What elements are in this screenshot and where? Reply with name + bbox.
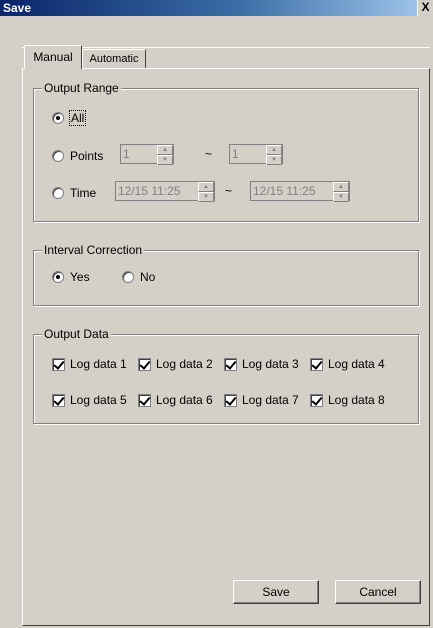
output-data-group: Output Data Log data 1 Log data 2 Log da…	[33, 327, 419, 424]
spin-down-icon[interactable]: ▼	[157, 155, 173, 165]
checkbox-log-data-5-label: Log data 5	[70, 393, 127, 407]
radio-no-dot[interactable]	[122, 271, 134, 283]
points-from-value: 1	[121, 145, 157, 163]
interval-correction-group: Interval Correction Yes No	[33, 243, 419, 306]
radio-points[interactable]: Points	[52, 149, 103, 163]
checkbox-log-data-4[interactable]: Log data 4	[310, 357, 385, 371]
time-from-stepper[interactable]: 12/15 11:25 ▲ ▼	[115, 181, 215, 202]
checkbox-log-data-3-box[interactable]	[224, 357, 237, 371]
points-range-separator: ~	[205, 147, 213, 161]
checkbox-log-data-1-label: Log data 1	[70, 357, 127, 371]
time-to-stepper[interactable]: 12/15 11:25 ▲ ▼	[250, 181, 350, 202]
checkbox-log-data-1-box[interactable]	[52, 357, 65, 371]
time-to-value: 12/15 11:25	[251, 182, 333, 200]
checkbox-log-data-3-label: Log data 3	[242, 357, 299, 371]
radio-time-dot[interactable]	[52, 187, 64, 199]
checkbox-log-data-1[interactable]: Log data 1	[52, 357, 127, 371]
tab-automatic[interactable]: Automatic	[82, 49, 146, 69]
output-range-group: Output Range All Points 1 ▲ ▼ ~ 1 ▲ ▼ Time…	[33, 81, 419, 222]
radio-points-dot[interactable]	[52, 150, 64, 162]
spin-up-icon[interactable]: ▲	[198, 182, 214, 192]
checkbox-log-data-8-label: Log data 8	[328, 393, 385, 407]
radio-all-label: All	[68, 110, 87, 126]
checkbox-log-data-7[interactable]: Log data 7	[224, 393, 299, 407]
checkbox-log-data-7-label: Log data 7	[242, 393, 299, 407]
checkbox-log-data-6-label: Log data 6	[156, 393, 213, 407]
spin-down-icon[interactable]: ▼	[266, 155, 282, 165]
points-to-stepper[interactable]: 1 ▲ ▼	[229, 144, 283, 165]
spin-up-icon[interactable]: ▲	[157, 145, 173, 155]
checkbox-log-data-2[interactable]: Log data 2	[138, 357, 213, 371]
checkbox-log-data-2-box[interactable]	[138, 357, 151, 371]
radio-no-label: No	[140, 270, 156, 284]
checkbox-log-data-5-box[interactable]	[52, 393, 65, 407]
title-bar: Save X	[0, 0, 433, 16]
radio-time[interactable]: Time	[52, 186, 96, 200]
points-to-value: 1	[230, 145, 266, 163]
tab-manual[interactable]: Manual	[24, 45, 82, 69]
checkbox-log-data-2-label: Log data 2	[156, 357, 213, 371]
radio-all-dot[interactable]	[52, 112, 64, 124]
radio-yes-dot[interactable]	[52, 271, 64, 283]
checkbox-log-data-3[interactable]: Log data 3	[224, 357, 299, 371]
checkbox-log-data-4-box[interactable]	[310, 357, 323, 371]
radio-yes-label: Yes	[70, 270, 90, 284]
checkbox-log-data-6-box[interactable]	[138, 393, 151, 407]
close-button[interactable]: X	[417, 0, 433, 16]
spin-up-icon[interactable]: ▲	[266, 145, 282, 155]
radio-yes[interactable]: Yes	[52, 270, 90, 284]
checkbox-log-data-6[interactable]: Log data 6	[138, 393, 213, 407]
tab-strip-line	[22, 47, 430, 48]
spin-down-icon[interactable]: ▼	[333, 192, 349, 202]
interval-correction-legend: Interval Correction	[42, 243, 145, 257]
time-from-value: 12/15 11:25	[116, 182, 198, 200]
spin-up-icon[interactable]: ▲	[333, 182, 349, 192]
output-data-legend: Output Data	[42, 327, 111, 341]
output-range-legend: Output Range	[42, 81, 121, 95]
cancel-button[interactable]: Cancel	[335, 580, 421, 604]
checkbox-log-data-8-box[interactable]	[310, 393, 323, 407]
spin-down-icon[interactable]: ▼	[198, 192, 214, 202]
radio-all[interactable]: All	[52, 110, 87, 126]
tab-panel-manual: Output Range All Points 1 ▲ ▼ ~ 1 ▲ ▼ Time…	[22, 68, 430, 626]
checkbox-log-data-8[interactable]: Log data 8	[310, 393, 385, 407]
points-from-stepper[interactable]: 1 ▲ ▼	[120, 144, 174, 165]
checkbox-log-data-5[interactable]: Log data 5	[52, 393, 127, 407]
radio-time-label: Time	[70, 186, 97, 200]
radio-no[interactable]: No	[122, 270, 155, 284]
time-range-separator: ~	[225, 184, 233, 198]
radio-points-label: Points	[70, 149, 104, 163]
save-button[interactable]: Save	[233, 580, 319, 604]
checkbox-log-data-7-box[interactable]	[224, 393, 237, 407]
checkbox-log-data-4-label: Log data 4	[328, 357, 385, 371]
window-title: Save	[3, 1, 32, 15]
